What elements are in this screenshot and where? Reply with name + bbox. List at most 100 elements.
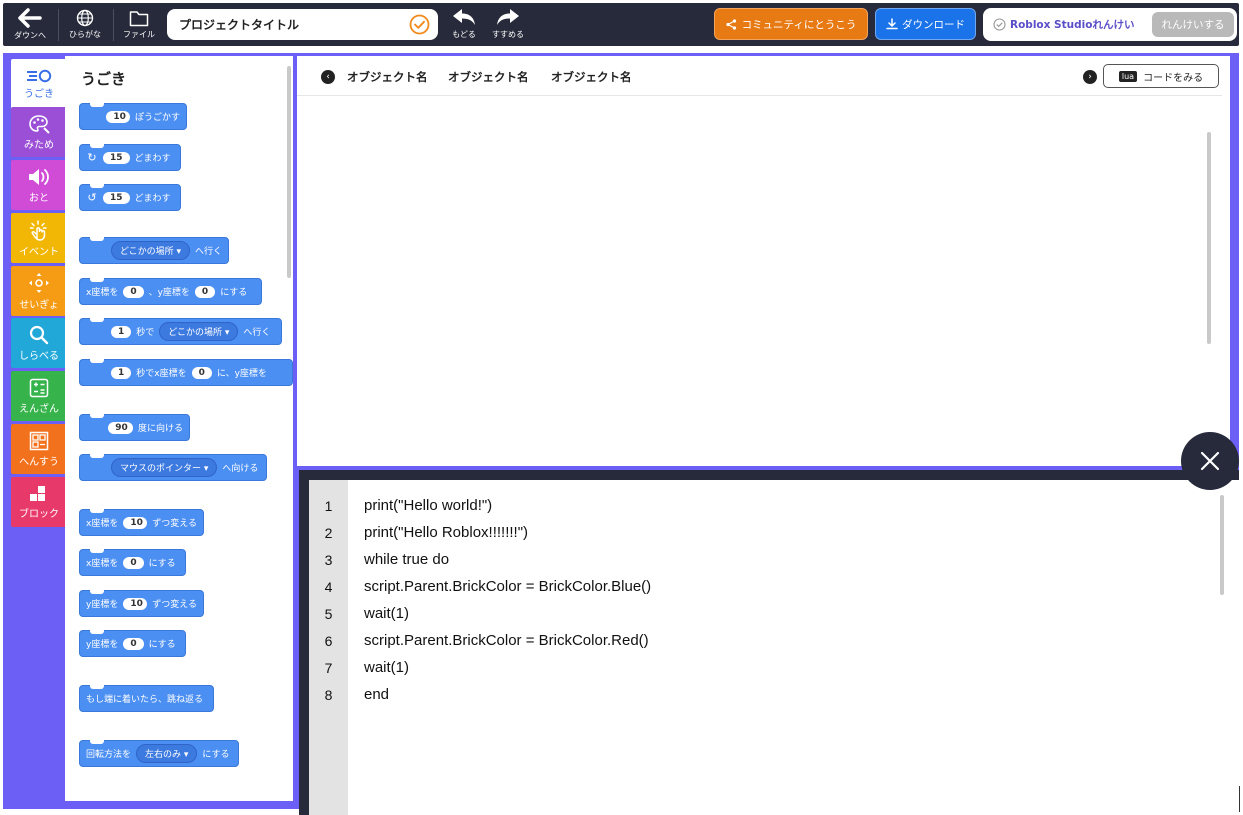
- undo-button[interactable]: もどる: [448, 3, 480, 46]
- code-line[interactable]: print("Hello Roblox!!!!!!!"): [364, 524, 528, 541]
- block-change-x[interactable]: x座標を 10 ずつ変える: [79, 509, 204, 536]
- palette-title: うごき: [81, 70, 127, 88]
- block-dropdown[interactable]: 左右のみ ▾: [136, 744, 198, 763]
- block-change-y[interactable]: y座標を 10 ずつ変える: [79, 590, 204, 617]
- block-input[interactable]: 1: [111, 325, 132, 338]
- back-button[interactable]: ダウンへ: [6, 3, 54, 46]
- view-code-label: コードをみる: [1143, 72, 1204, 84]
- redo-button[interactable]: すすめる: [489, 3, 527, 46]
- category-motion[interactable]: うごき: [11, 59, 67, 109]
- block-rotation-style[interactable]: 回転方法を 左右のみ ▾ にする: [79, 740, 239, 767]
- object-name[interactable]: オブジェクト名: [448, 69, 529, 85]
- category-looks[interactable]: みため: [11, 107, 67, 157]
- block-notch: [90, 359, 104, 363]
- chevron-left-icon[interactable]: ‹: [321, 70, 335, 84]
- community-post-button[interactable]: コミュニティにとうこう: [714, 8, 868, 40]
- code-line[interactable]: script.Parent.BrickColor = BrickColor.Bl…: [364, 578, 651, 595]
- block-input[interactable]: 10: [123, 597, 148, 610]
- block-text: にする: [148, 640, 176, 650]
- check-circle-icon[interactable]: [409, 14, 430, 38]
- category-label: おと: [29, 192, 49, 204]
- block-input[interactable]: 10: [106, 110, 130, 123]
- block-point-toward[interactable]: マウスのポインター ▾ へ向ける: [79, 454, 267, 481]
- category-label: うごき: [24, 88, 54, 100]
- block-notch: [90, 237, 104, 241]
- block-input[interactable]: 0: [194, 285, 216, 298]
- block-set-y[interactable]: y座標を 0 にする: [79, 630, 186, 657]
- block-text: 度に向ける: [137, 424, 183, 434]
- link-button[interactable]: れんけいする: [1152, 12, 1234, 37]
- block-glide-xy[interactable]: 1 秒でx座標を 0 に、y座標を: [79, 359, 293, 386]
- project-title-input[interactable]: プロジェクトタイトル: [167, 9, 438, 40]
- event-icon: [29, 219, 47, 241]
- block-notch: [90, 590, 104, 594]
- code-line[interactable]: print("Hello world!"): [364, 497, 492, 514]
- block-input[interactable]: 0: [123, 285, 144, 298]
- block-dropdown[interactable]: マウスのポインター ▾: [111, 458, 218, 477]
- block-notch: [90, 549, 104, 553]
- block-move[interactable]: 10 ぽうごかす: [79, 103, 187, 130]
- block-text: ずつ変える: [152, 519, 197, 529]
- block-input[interactable]: 15: [103, 191, 130, 204]
- download-button[interactable]: ダウンロード: [875, 8, 976, 40]
- block-notch: [90, 318, 104, 322]
- block-input[interactable]: 1: [111, 366, 132, 379]
- block-input[interactable]: 0: [123, 556, 144, 569]
- block-set-x[interactable]: x座標を 0 にする: [79, 549, 186, 576]
- studio-status: Roblox Studioれんけい: [993, 17, 1134, 32]
- palette-scrollbar[interactable]: [287, 66, 291, 278]
- block-turn-right[interactable]: ↻ 15 どまわす: [79, 144, 181, 171]
- code-line[interactable]: wait(1): [364, 605, 409, 622]
- block-set-xy[interactable]: x座標を 0 、y座標を 0 にする: [79, 278, 262, 305]
- block-text: y座標を: [86, 600, 119, 610]
- block-glide-to[interactable]: 1 秒で どこかの場所 ▾ へ行く: [79, 318, 282, 345]
- category-event[interactable]: イベント: [11, 213, 67, 263]
- category-sound[interactable]: おと: [11, 160, 67, 210]
- code-scrollbar[interactable]: [1220, 495, 1224, 595]
- category-label: ブロック: [19, 508, 59, 520]
- block-input[interactable]: 15: [103, 151, 130, 164]
- block-notch: [90, 278, 104, 282]
- search-icon: [29, 325, 49, 344]
- block-dropdown[interactable]: どこかの場所 ▾: [159, 322, 239, 341]
- category-control[interactable]: せいぎょ: [11, 266, 67, 316]
- hiragana-button[interactable]: ひらがな: [61, 3, 109, 46]
- block-text: もし端に着いたら、跳ね返る: [86, 695, 204, 705]
- category-operator[interactable]: えんざん: [11, 371, 67, 421]
- block-point-direction[interactable]: 90 度に向ける: [79, 414, 190, 441]
- block-turn-left[interactable]: ↺ 15 どまわす: [79, 184, 181, 211]
- file-button[interactable]: ファイル: [115, 3, 163, 46]
- block-dropdown[interactable]: どこかの場所 ▾: [110, 241, 190, 260]
- hiragana-label: ひらがな: [69, 30, 101, 39]
- category-my-blocks[interactable]: ブロック: [11, 477, 67, 527]
- code-line[interactable]: end: [364, 686, 389, 703]
- motion-icon: [27, 69, 52, 82]
- code-line[interactable]: wait(1): [364, 659, 409, 676]
- object-breadcrumb: ‹ オブジェクト名 オブジェクト名 オブジェクト名 › lua コードをみる: [297, 56, 1222, 96]
- check-circle-icon: [993, 18, 1006, 31]
- block-input[interactable]: 0: [123, 637, 144, 650]
- block-notch: [90, 103, 104, 107]
- close-code-panel-button[interactable]: [1181, 432, 1239, 490]
- stage-scrollbar[interactable]: [1207, 132, 1211, 344]
- category-sensing[interactable]: しらべる: [11, 318, 67, 368]
- block-input[interactable]: 90: [108, 421, 133, 434]
- code-editor[interactable]: 1 2 3 4 5 6 7 8 print("Hello world!") pr…: [309, 480, 1239, 815]
- block-bounce[interactable]: もし端に着いたら、跳ね返る: [79, 685, 214, 712]
- dropdown-value: どこかの場所: [168, 328, 223, 338]
- code-line[interactable]: while true do: [364, 551, 449, 568]
- operator-icon: [29, 378, 49, 397]
- block-text: x座標を: [86, 288, 119, 298]
- chevron-right-icon[interactable]: ›: [1083, 70, 1097, 84]
- community-label: コミュニティにとうこう: [741, 18, 857, 31]
- block-text: にする: [220, 288, 248, 298]
- block-input[interactable]: 10: [123, 516, 148, 529]
- block-goto[interactable]: どこかの場所 ▾ へ行く: [79, 237, 229, 264]
- code-line[interactable]: script.Parent.BrickColor = BrickColor.Re…: [364, 632, 649, 649]
- object-name[interactable]: オブジェクト名: [347, 69, 428, 85]
- block-input[interactable]: 0: [191, 366, 212, 379]
- object-name[interactable]: オブジェクト名: [551, 69, 632, 85]
- block-text: y座標を: [86, 640, 119, 650]
- category-variable[interactable]: へんすう: [11, 424, 67, 474]
- view-code-button[interactable]: lua コードをみる: [1103, 64, 1219, 88]
